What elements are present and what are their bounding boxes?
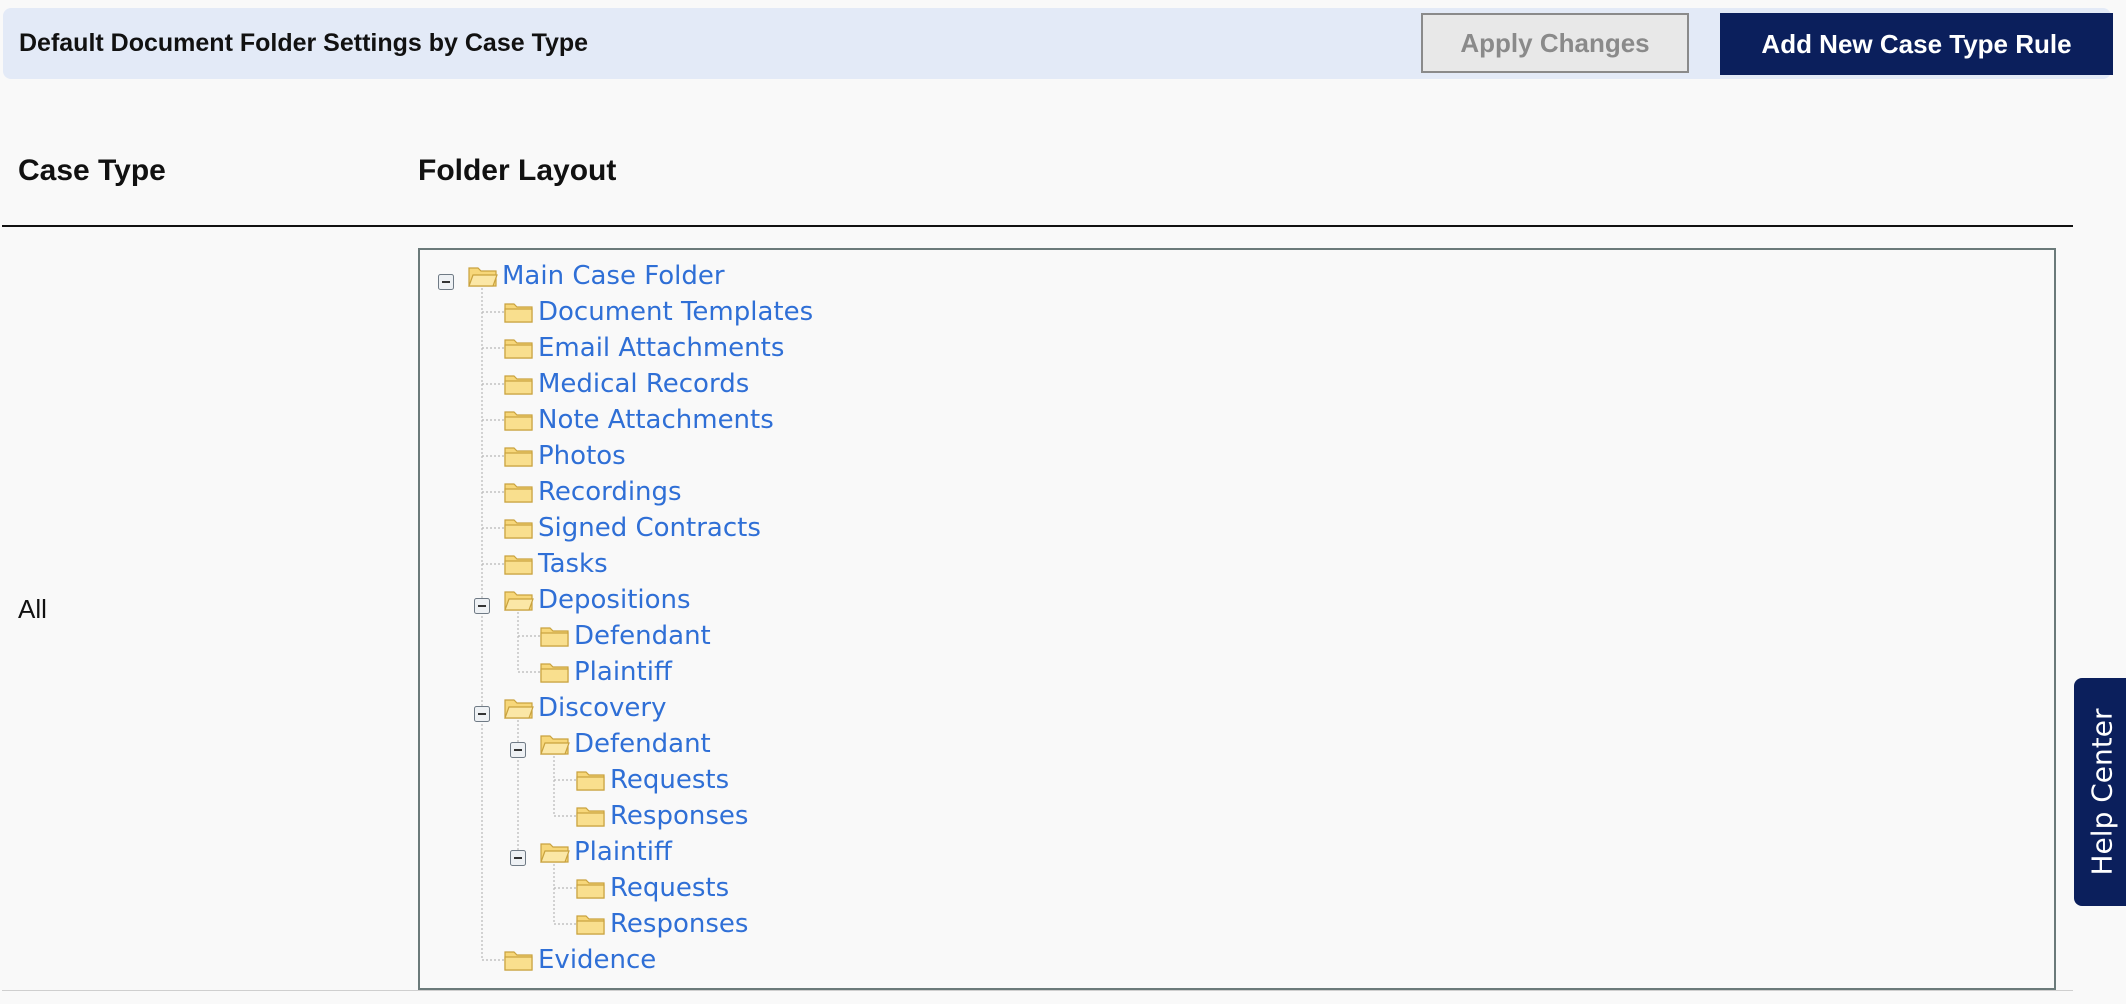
collapse-toggle-icon[interactable] xyxy=(510,844,526,866)
folder-open-icon xyxy=(468,264,498,288)
tree-node[interactable]: Depositions xyxy=(420,582,1420,618)
tree-node[interactable]: Responses xyxy=(420,906,1420,942)
tree-node-label[interactable]: Tasks xyxy=(538,546,608,582)
header-bar: Default Document Folder Settings by Case… xyxy=(3,8,2113,79)
row-divider xyxy=(2,990,2073,991)
apply-changes-button[interactable]: Apply Changes xyxy=(1421,13,1689,73)
page: Default Document Folder Settings by Case… xyxy=(0,0,2126,1004)
tree-node-label[interactable]: Evidence xyxy=(538,942,656,978)
tree-node-label[interactable]: Photos xyxy=(538,438,626,474)
tree-node-label[interactable]: Defendant xyxy=(574,618,711,654)
folder-icon xyxy=(504,336,534,360)
tree-node[interactable]: Defendant xyxy=(420,726,1420,762)
collapse-toggle-icon[interactable] xyxy=(474,592,490,614)
tree-node-label[interactable]: Requests xyxy=(610,870,729,906)
tree-node-label[interactable]: Responses xyxy=(610,798,748,834)
folder-icon xyxy=(576,912,606,936)
collapse-toggle-icon[interactable] xyxy=(510,736,526,758)
add-case-type-rule-button[interactable]: Add New Case Type Rule xyxy=(1720,13,2113,75)
case-type-column-header: Case Type xyxy=(18,154,166,187)
tree-node[interactable]: Requests xyxy=(420,870,1420,906)
folder-icon xyxy=(576,876,606,900)
folder-icon xyxy=(540,624,570,648)
tree-node[interactable]: Defendant xyxy=(420,618,1420,654)
folder-icon xyxy=(504,480,534,504)
tree-node-label[interactable]: Email Attachments xyxy=(538,330,784,366)
tree-node[interactable]: Signed Contracts xyxy=(420,510,1420,546)
tree-node-label[interactable]: Discovery xyxy=(538,690,666,726)
page-title: Default Document Folder Settings by Case… xyxy=(19,29,589,57)
tree-node-label[interactable]: Defendant xyxy=(574,726,711,762)
tree-node[interactable]: Medical Records xyxy=(420,366,1420,402)
tree-node-label[interactable]: Requests xyxy=(610,762,729,798)
tree-node-label[interactable]: Main Case Folder xyxy=(502,258,725,294)
tree-node[interactable]: Document Templates xyxy=(420,294,1420,330)
folder-icon xyxy=(576,804,606,828)
folder-layout-column-header: Folder Layout xyxy=(418,154,617,187)
collapse-toggle-icon[interactable] xyxy=(474,700,490,722)
tree-node[interactable]: Recordings xyxy=(420,474,1420,510)
tree-node[interactable]: Tasks xyxy=(420,546,1420,582)
tree-node-label[interactable]: Responses xyxy=(610,906,748,942)
tree-node[interactable]: Main Case Folder xyxy=(420,258,1420,294)
tree-node[interactable]: Plaintiff xyxy=(420,834,1420,870)
folder-icon xyxy=(576,768,606,792)
folder-icon xyxy=(504,516,534,540)
tree-node[interactable]: Email Attachments xyxy=(420,330,1420,366)
tree-node[interactable]: Discovery xyxy=(420,690,1420,726)
tree-node-label[interactable]: Plaintiff xyxy=(574,834,672,870)
folder-open-icon xyxy=(540,840,570,864)
tree-node[interactable]: Plaintiff xyxy=(420,654,1420,690)
tree-node-label[interactable]: Document Templates xyxy=(538,294,813,330)
tree-node-label[interactable]: Plaintiff xyxy=(574,654,672,690)
help-center-tab[interactable]: Help Center xyxy=(2074,678,2126,906)
folder-icon xyxy=(504,372,534,396)
tree-node[interactable]: Note Attachments xyxy=(420,402,1420,438)
tree-node-label[interactable]: Medical Records xyxy=(538,366,749,402)
tree-node-label[interactable]: Note Attachments xyxy=(538,402,774,438)
folder-icon xyxy=(504,300,534,324)
collapse-toggle-icon[interactable] xyxy=(438,268,454,290)
tree-node[interactable]: Photos xyxy=(420,438,1420,474)
tree-node-label[interactable]: Recordings xyxy=(538,474,682,510)
folder-open-icon xyxy=(504,696,534,720)
folder-icon xyxy=(504,444,534,468)
folder-icon xyxy=(504,408,534,432)
folder-icon xyxy=(504,948,534,972)
folder-icon xyxy=(540,660,570,684)
folder-open-icon xyxy=(540,732,570,756)
folder-tree[interactable]: Main Case Folder Document Templates Email … xyxy=(418,248,2056,990)
folder-icon xyxy=(504,552,534,576)
tree-node[interactable]: Requests xyxy=(420,762,1420,798)
header-divider xyxy=(2,225,2073,227)
tree-node-label[interactable]: Depositions xyxy=(538,582,691,618)
folder-open-icon xyxy=(504,588,534,612)
case-type-value: All xyxy=(18,594,47,624)
tree-node-label[interactable]: Signed Contracts xyxy=(538,510,761,546)
tree-node[interactable]: Evidence xyxy=(420,942,1420,978)
tree-node[interactable]: Responses xyxy=(420,798,1420,834)
help-center-label: Help Center xyxy=(2085,708,2119,876)
